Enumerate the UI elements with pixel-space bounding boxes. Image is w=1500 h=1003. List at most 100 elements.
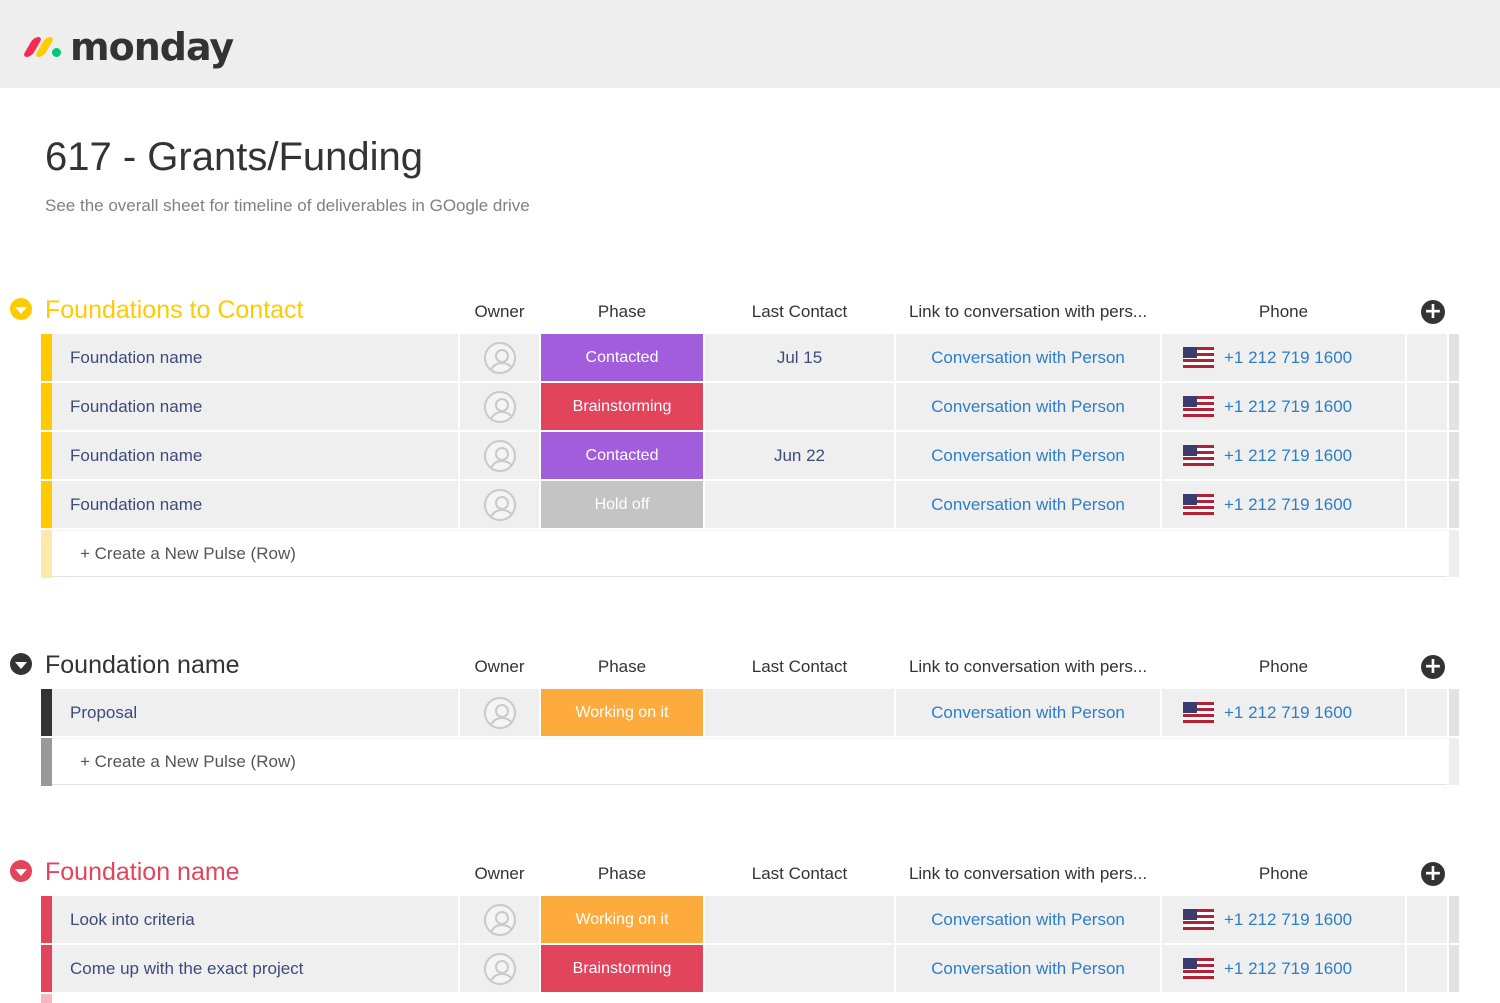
phone-number[interactable]: +1 212 719 1600 <box>1224 397 1352 417</box>
phone-number[interactable]: +1 212 719 1600 <box>1224 446 1352 466</box>
owner-cell[interactable] <box>460 432 539 479</box>
pulse-name-cell[interactable]: Foundation name <box>52 481 458 528</box>
phase-status-cell[interactable]: Contacted <box>541 334 703 381</box>
add-column-plus-icon[interactable]: + <box>1421 655 1445 679</box>
column-header-phase[interactable]: Phase <box>541 302 703 322</box>
person-avatar-icon[interactable] <box>483 341 516 374</box>
last-contact-date-cell[interactable]: Jun 22 <box>705 432 894 479</box>
phone-cell[interactable]: +1 212 719 1600 <box>1162 945 1405 992</box>
person-avatar-icon[interactable] <box>483 952 516 985</box>
owner-cell[interactable] <box>460 383 539 430</box>
phone-cell[interactable]: +1 212 719 1600 <box>1162 481 1405 528</box>
create-new-pulse-input[interactable]: + Create a New Pulse (Row) <box>52 530 1447 577</box>
column-header-owner[interactable]: Owner <box>460 302 539 322</box>
empty-cell[interactable] <box>1407 383 1447 430</box>
new-pulse-row[interactable]: + Create a New Pulse (Row) <box>0 530 1500 578</box>
column-header-last-contact[interactable]: Last Contact <box>705 657 894 677</box>
conversation-link[interactable]: Conversation with Person <box>896 383 1160 430</box>
empty-cell[interactable] <box>1407 689 1447 736</box>
column-header-link[interactable]: Link to conversation with pers... <box>896 864 1160 884</box>
phase-status-cell[interactable]: Brainstorming <box>541 383 703 430</box>
group-title[interactable]: Foundations to Contact <box>45 296 304 325</box>
owner-cell[interactable] <box>460 689 539 736</box>
collapse-chevron-icon[interactable] <box>10 860 32 882</box>
phone-cell[interactable]: +1 212 719 1600 <box>1162 896 1405 943</box>
column-header-phase[interactable]: Phase <box>541 864 703 884</box>
create-new-pulse-input[interactable]: + Create a New Pulse (Row) <box>52 738 1447 785</box>
column-header-owner[interactable]: Owner <box>460 657 539 677</box>
table-row[interactable]: Proposal Working on it Conversation with P… <box>0 689 1500 738</box>
board-title[interactable]: 617 - Grants/Funding <box>45 135 423 180</box>
collapse-chevron-icon[interactable] <box>10 653 32 675</box>
last-contact-date-cell[interactable] <box>705 383 894 430</box>
add-column-plus-icon[interactable]: + <box>1421 300 1445 324</box>
column-header-phone[interactable]: Phone <box>1162 864 1405 884</box>
phase-status-cell[interactable]: Hold off <box>541 481 703 528</box>
person-avatar-icon[interactable] <box>483 488 516 521</box>
last-contact-date-cell[interactable] <box>705 689 894 736</box>
phone-number[interactable]: +1 212 719 1600 <box>1224 910 1352 930</box>
conversation-link[interactable]: Conversation with Person <box>896 334 1160 381</box>
column-header-link[interactable]: Link to conversation with pers... <box>896 657 1160 677</box>
monday-logo[interactable]: monday <box>22 22 234 72</box>
conversation-link[interactable]: Conversation with Person <box>896 432 1160 479</box>
phone-number[interactable]: +1 212 719 1600 <box>1224 959 1352 979</box>
phone-cell[interactable]: +1 212 719 1600 <box>1162 334 1405 381</box>
owner-cell[interactable] <box>460 896 539 943</box>
conversation-link[interactable]: Conversation with Person <box>896 481 1160 528</box>
person-avatar-icon[interactable] <box>483 390 516 423</box>
phase-status-cell[interactable]: Working on it <box>541 689 703 736</box>
pulse-name-cell[interactable]: Come up with the exact project <box>52 945 458 992</box>
column-header-link[interactable]: Link to conversation with pers... <box>896 302 1160 322</box>
empty-cell[interactable] <box>1407 945 1447 992</box>
empty-cell[interactable] <box>1407 432 1447 479</box>
table-row[interactable]: Foundation name Contacted Jul 15 Conversati… <box>0 334 1500 383</box>
phone-cell[interactable]: +1 212 719 1600 <box>1162 432 1405 479</box>
column-header-phase[interactable]: Phase <box>541 657 703 677</box>
phone-number[interactable]: +1 212 719 1600 <box>1224 348 1352 368</box>
phone-cell[interactable]: +1 212 719 1600 <box>1162 689 1405 736</box>
conversation-link[interactable]: Conversation with Person <box>896 945 1160 992</box>
owner-cell[interactable] <box>460 481 539 528</box>
empty-cell[interactable] <box>1407 481 1447 528</box>
last-contact-date-cell[interactable] <box>705 481 894 528</box>
empty-cell[interactable] <box>1407 896 1447 943</box>
phase-status-cell[interactable]: Contacted <box>541 432 703 479</box>
last-contact-date-cell[interactable]: Jul 15 <box>705 334 894 381</box>
column-header-phone[interactable]: Phone <box>1162 657 1405 677</box>
phone-number[interactable]: +1 212 719 1600 <box>1224 495 1352 515</box>
pulse-name-cell[interactable]: Foundation name <box>52 383 458 430</box>
last-contact-date-cell[interactable] <box>705 896 894 943</box>
person-avatar-icon[interactable] <box>483 903 516 936</box>
empty-cell[interactable] <box>1407 334 1447 381</box>
conversation-link[interactable]: Conversation with Person <box>896 896 1160 943</box>
group-title[interactable]: Foundation name <box>45 858 240 887</box>
phone-cell[interactable]: +1 212 719 1600 <box>1162 383 1405 430</box>
column-header-last-contact[interactable]: Last Contact <box>705 302 894 322</box>
pulse-name-cell[interactable]: Look into criteria <box>52 896 458 943</box>
person-avatar-icon[interactable] <box>483 439 516 472</box>
add-column-plus-icon[interactable]: + <box>1421 862 1445 886</box>
table-row[interactable]: Look into criteria Working on it Conversat… <box>0 896 1500 945</box>
phase-status-cell[interactable]: Brainstorming <box>541 945 703 992</box>
last-contact-date-cell[interactable] <box>705 945 894 992</box>
owner-cell[interactable] <box>460 945 539 992</box>
conversation-link[interactable]: Conversation with Person <box>896 689 1160 736</box>
phone-number[interactable]: +1 212 719 1600 <box>1224 703 1352 723</box>
person-avatar-icon[interactable] <box>483 696 516 729</box>
column-header-phone[interactable]: Phone <box>1162 302 1405 322</box>
pulse-name-cell[interactable]: Foundation name <box>52 334 458 381</box>
table-row[interactable]: Foundation name Brainstorming Conversation… <box>0 383 1500 432</box>
column-header-owner[interactable]: Owner <box>460 864 539 884</box>
owner-cell[interactable] <box>460 334 539 381</box>
collapse-chevron-icon[interactable] <box>10 298 32 320</box>
new-pulse-row[interactable]: + Create a New Pulse (Row) <box>0 738 1500 786</box>
table-row[interactable]: Foundation name Hold off Conversation with… <box>0 481 1500 530</box>
phase-status-cell[interactable]: Working on it <box>541 896 703 943</box>
board-description[interactable]: See the overall sheet for timeline of de… <box>45 196 530 216</box>
pulse-name-cell[interactable]: Foundation name <box>52 432 458 479</box>
table-row[interactable]: Foundation name Contacted Jun 22 Conversati… <box>0 432 1500 481</box>
column-header-last-contact[interactable]: Last Contact <box>705 864 894 884</box>
group-title[interactable]: Foundation name <box>45 651 240 680</box>
table-row[interactable]: Come up with the exact project Brainstorm… <box>0 945 1500 994</box>
